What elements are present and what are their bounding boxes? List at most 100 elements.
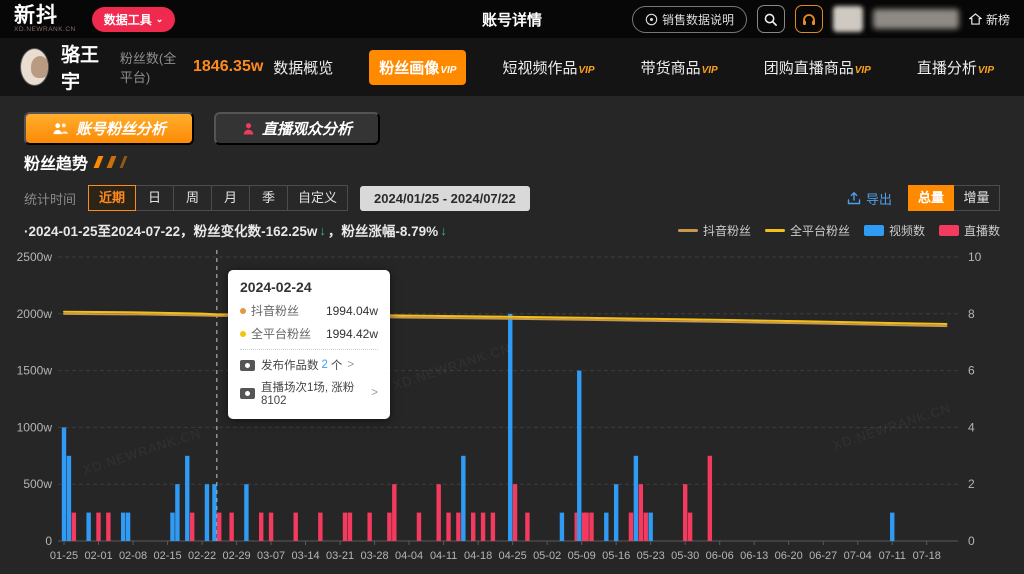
live-bar [513,484,517,541]
person-icon [242,122,255,135]
account-tab[interactable]: 团购直播商品VIP [754,50,881,85]
x-tick: 03-21 [326,550,354,562]
chevron-right-icon: > [371,387,378,399]
y-left-tick: 1000w [17,420,53,434]
video-bar [634,456,638,541]
live-bar [72,513,76,541]
summary-row: ·2024-01-25至2024-07-22， 粉丝变化数-162.25w ↓ … [0,220,1024,240]
top-right-actions: 销售数据说明 新榜 [632,5,1010,33]
controls-row: 统计时间 近期日周月季自定义 2024/01/25 - 2024/07/22 导… [0,184,1024,212]
live-bar [348,513,352,541]
legend-label: 全平台粉丝 [790,222,850,239]
live-bar [481,513,485,541]
account-tab[interactable]: 数据概览 [263,50,343,85]
account-tab-label: 带货商品 [641,57,701,78]
search-icon [763,12,778,27]
video-bar [205,484,209,541]
live-bar [436,484,440,541]
live-bar [229,513,233,541]
account-tab[interactable]: 带货商品VIP [631,50,728,85]
video-bar [604,513,608,541]
legend-item[interactable]: 抖音粉丝 [678,222,751,239]
x-tick: 07-04 [844,550,872,562]
logo[interactable]: 新抖 XD.NEWRANK.CN [14,5,76,34]
live-bar [96,513,100,541]
account-tab-label: 直播分析 [917,57,977,78]
segment-日[interactable]: 日 [136,185,174,211]
y-right-tick: 8 [968,307,975,321]
video-bar [62,427,66,541]
live-bar [456,513,460,541]
live-bar [417,513,421,541]
home-icon [969,13,982,25]
export-button[interactable]: 导出 [847,189,892,208]
works-label: 发布作品数 [261,357,319,373]
summary-rate: 粉丝涨幅-8.79% [341,220,438,240]
tooltip-live-link[interactable]: 直播场次1场, 涨粉8102 > [240,379,378,407]
account-tab-label: 团购直播商品 [764,57,854,78]
video-bar [170,513,174,541]
account-tab[interactable]: 粉丝画像VIP [369,50,466,85]
search-button[interactable] [757,5,785,33]
video-icon [240,388,255,399]
account-tab[interactable]: 短视频作品VIP [492,50,604,85]
fan-trend-chart: 2500w102000w81500w61000w4500w20001-2502-… [0,244,1024,574]
video-bar [185,456,189,541]
toggle-increment[interactable]: 增量 [954,185,1000,211]
stat-time-label: 统计时间 [24,189,76,208]
live-bar [589,513,593,541]
legend-swatch [678,229,698,232]
tab-live-audience-analysis-label: 直播观众分析 [262,118,352,139]
video-bar [461,456,465,541]
video-bar [175,484,179,541]
tab-account-fan-analysis-label: 账号粉丝分析 [76,118,166,139]
segment-周[interactable]: 周 [174,185,212,211]
legend-item[interactable]: 直播数 [939,222,1000,239]
video-bar [126,513,130,541]
segment-近期[interactable]: 近期 [88,185,136,211]
down-arrow-icon: ↓ [440,223,447,238]
live-bar [525,513,529,541]
headset-button[interactable] [795,5,823,33]
analysis-subtabs: 账号粉丝分析 直播观众分析 [24,112,380,145]
decor-slash-icon [94,156,104,168]
user-avatar[interactable] [833,6,863,32]
toggle-total[interactable]: 总量 [908,185,954,211]
y-left-tick: 500w [23,477,52,491]
video-bar [614,484,618,541]
total-increment-toggle: 总量 增量 [908,185,1000,211]
date-range-picker[interactable]: 2024/01/25 - 2024/07/22 [360,186,530,211]
legend-label: 直播数 [964,222,1000,239]
info-circle-icon [645,13,658,26]
series-dot-icon [240,308,246,314]
legend-item[interactable]: 视频数 [864,222,925,239]
segment-月[interactable]: 月 [212,185,250,211]
legend-swatch [864,225,884,236]
video-bar [212,484,216,541]
x-tick: 04-11 [430,550,457,562]
fans-count-label: 粉丝数(全平台) [120,48,185,86]
y-left-tick: 2000w [17,307,53,321]
x-tick: 03-07 [257,550,285,562]
y-left-tick: 0 [45,534,52,548]
segment-自定义[interactable]: 自定义 [288,185,348,211]
y-right-tick: 6 [968,364,975,378]
newrank-link[interactable]: 新榜 [969,11,1010,28]
sales-info-button[interactable]: 销售数据说明 [632,6,747,33]
tab-account-fan-analysis[interactable]: 账号粉丝分析 [24,112,194,145]
chart-canvas[interactable]: 2500w102000w81500w61000w4500w20001-2502-… [0,244,1024,574]
account-tab[interactable]: 直播分析VIP [907,50,1004,85]
video-bar [86,513,90,541]
decor-slash-icon [120,156,128,168]
data-tools-button[interactable]: 数据工具 ⌄ [92,7,176,32]
account-tab-label: 粉丝画像 [379,57,439,78]
segment-季[interactable]: 季 [250,185,288,211]
live-bar [708,456,712,541]
legend-item[interactable]: 全平台粉丝 [765,222,850,239]
tooltip-works-link[interactable]: 发布作品数 2 个 > [240,357,378,373]
live-bar [639,484,643,541]
tab-live-audience-analysis[interactable]: 直播观众分析 [214,112,380,145]
fans-count-value: 1846.35w [193,58,263,76]
live-bar [629,513,633,541]
x-tick: 02-08 [119,550,147,562]
